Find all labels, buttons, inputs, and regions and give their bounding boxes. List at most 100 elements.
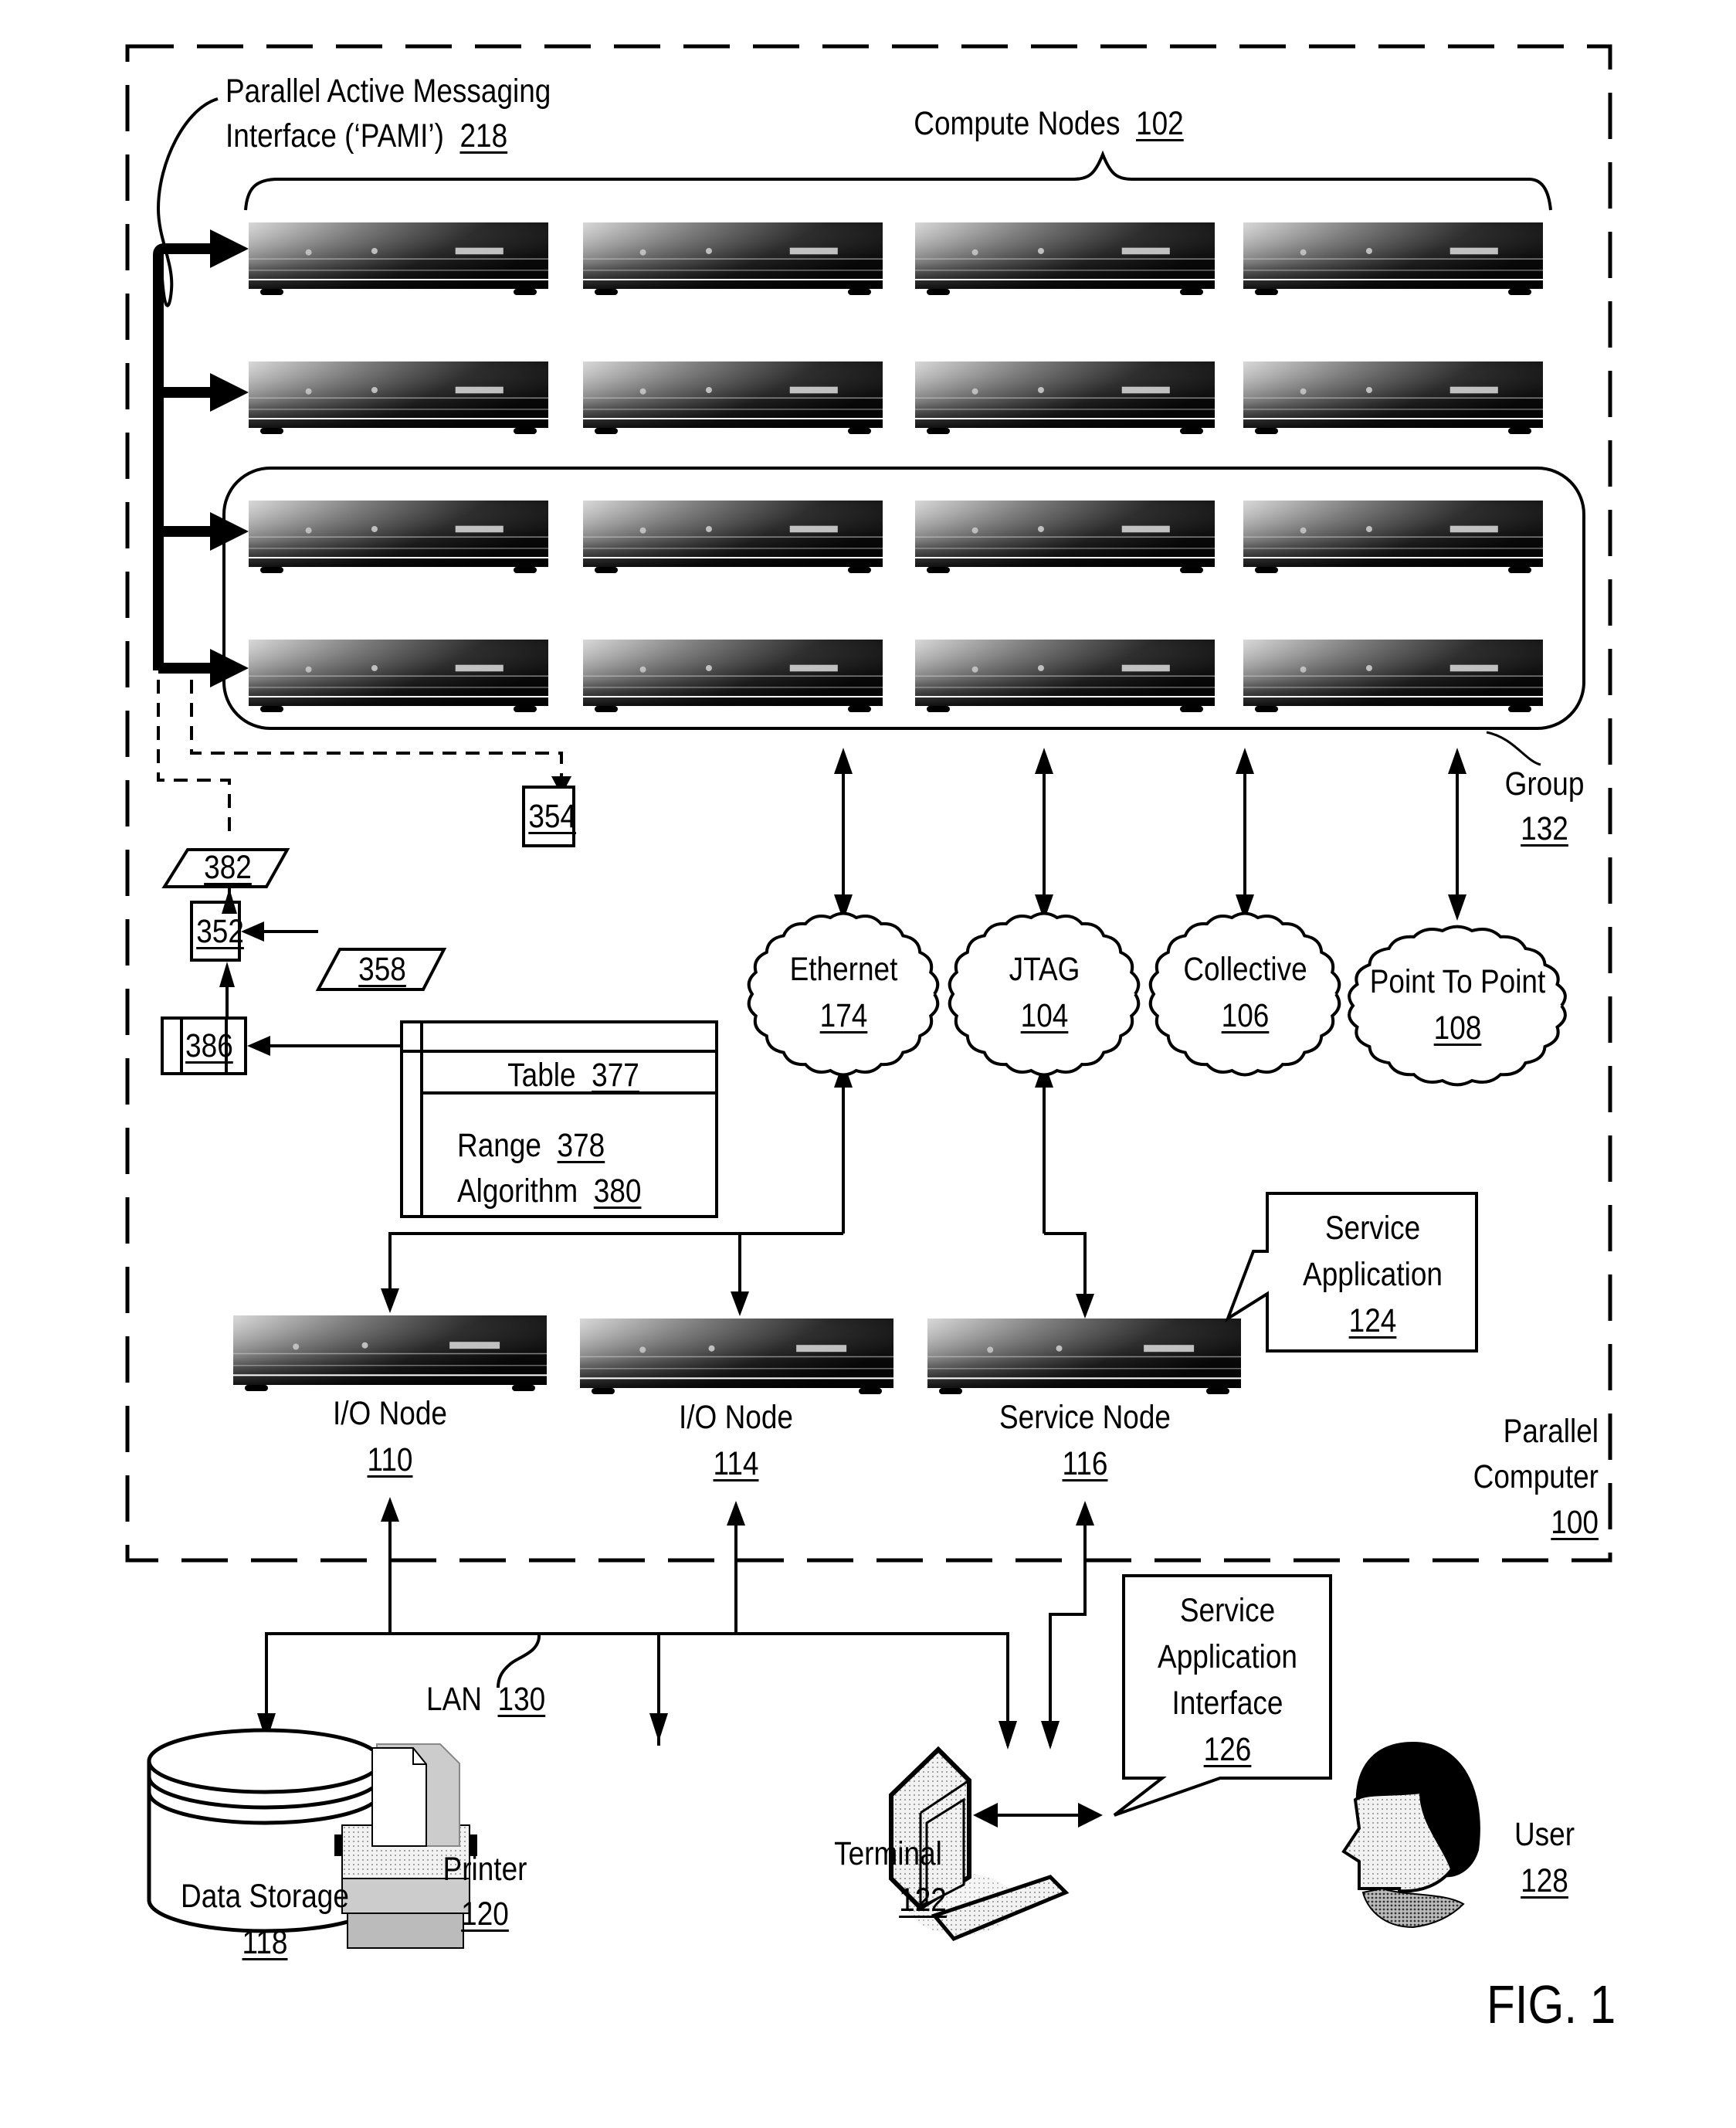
user-ref: 128 [1508, 1858, 1582, 1904]
compute-node [583, 501, 883, 573]
block-352-ref: 352 [196, 913, 244, 950]
cloud-ethernet-name: Ethernet [789, 951, 898, 988]
data-storage-ref-text: 118 [242, 1924, 288, 1961]
compute-node [915, 640, 1215, 712]
block-358-label: 358 [349, 946, 415, 993]
user-ref-text: 128 [1521, 1862, 1568, 1899]
pami-ref: 218 [459, 117, 508, 154]
printer-ref-text: 120 [461, 1896, 509, 1933]
compute-node [1243, 222, 1543, 295]
block-382-label: 382 [198, 844, 257, 891]
service-node-label: Service Node [999, 1399, 1171, 1436]
cloud-ref: 174 [819, 997, 868, 1034]
pami-callout-line [156, 97, 219, 307]
terminal-ref: 122 [860, 1877, 985, 1923]
pami-label-text: Interface (‘PAMI’) [225, 117, 444, 154]
compute-node [583, 640, 883, 712]
parallel-computer-ref-text: 100 [1551, 1504, 1599, 1541]
block-354-ref: 354 [528, 798, 577, 835]
ethernet-io-links [388, 1232, 1087, 1300]
service-node-ref: 116 [972, 1441, 1198, 1487]
cloud-collective-name: Collective [1183, 951, 1307, 988]
service-application-line2: Application [1303, 1256, 1443, 1293]
cloud-p2p-name: Point To Point [1369, 963, 1546, 1000]
compute-nodes-brace [244, 150, 1552, 211]
table-row-label: Range [457, 1127, 541, 1164]
table-title-text: Table [507, 1057, 576, 1094]
cloud-ref: 106 [1221, 997, 1270, 1034]
sai-ref: 126 [1140, 1726, 1316, 1773]
io-node-114-ref: 114 [636, 1441, 836, 1487]
cloud-jtag-name: JTAG [1009, 951, 1080, 988]
compute-node [915, 222, 1215, 295]
user-label: User [1514, 1816, 1575, 1853]
service-application-ref-text: 124 [1348, 1302, 1397, 1339]
table-row-label: Algorithm [457, 1173, 578, 1210]
io-and-service-nodes [233, 1315, 1241, 1394]
compute-node [249, 640, 548, 712]
service-node-ref-text: 116 [1062, 1445, 1108, 1482]
block-352-label: 352 [196, 908, 244, 955]
block-382-ref: 382 [204, 849, 252, 886]
parallel-computer-diagram [125, 44, 1612, 1949]
cloud-ethernet-ref: 174 [769, 993, 919, 1039]
parallel-computer-line1: Parallel [1503, 1413, 1599, 1450]
compute-node [249, 361, 548, 434]
data-storage-label: Data Storage [181, 1878, 349, 1915]
group-ref: 132 [1491, 806, 1598, 852]
compute-nodes-label: Compute Nodes 102 [896, 100, 1202, 147]
compute-node [1243, 361, 1543, 434]
lan-links [265, 1510, 1087, 1746]
sai-ref-text: 126 [1203, 1731, 1252, 1768]
cloud-jtag-ref: 104 [970, 993, 1120, 1039]
sai-line2: Application [1158, 1638, 1297, 1675]
compute-node [249, 222, 548, 295]
block-358-ref: 358 [358, 951, 406, 988]
table-row-ref: 378 [557, 1127, 605, 1164]
compute-node [583, 361, 883, 434]
cloud-collective-ref: 106 [1171, 993, 1321, 1039]
lan-label: LAN 130 [426, 1676, 545, 1722]
table-row-ref: 380 [593, 1173, 642, 1210]
compute-nodes-text: Compute Nodes [914, 105, 1121, 142]
group-callout-line [1486, 731, 1541, 766]
parallel-computer-ref: 100 [1433, 1499, 1599, 1546]
printer-ref: 120 [432, 1891, 538, 1937]
compute-node [1243, 501, 1543, 573]
io-node-ref: 110 [367, 1441, 413, 1478]
table-row-range: Range 378 [457, 1122, 605, 1169]
lan-ref: 130 [497, 1681, 546, 1718]
terminal-ref-text: 122 [899, 1882, 947, 1919]
group-label: Group [1504, 765, 1585, 803]
io-node-114 [580, 1319, 893, 1394]
printer-label: Printer [442, 1851, 527, 1888]
lan-label-text: LAN [426, 1681, 482, 1718]
figure-label: FIG. 1 [1487, 1974, 1616, 2035]
table-title-ref: 377 [592, 1057, 639, 1094]
block-354-label: 354 [528, 793, 576, 840]
compute-node [249, 501, 548, 573]
service-node [927, 1319, 1241, 1394]
block-386-ref: 386 [185, 1027, 233, 1064]
service-application-ref: 124 [1285, 1298, 1461, 1344]
table-row-algorithm: Algorithm 380 [457, 1168, 641, 1214]
io-node-110-label: I/O Node [332, 1395, 448, 1432]
pami-bus-arrowheads [210, 229, 249, 687]
cloud-p2p-ref: 108 [1370, 1005, 1546, 1051]
service-application-line1: Service [1324, 1210, 1421, 1247]
terminal-label: Terminal [834, 1835, 942, 1872]
parallel-computer-line2: Computer [1473, 1458, 1599, 1495]
compute-node [1243, 640, 1543, 712]
io-node-ref: 114 [713, 1445, 759, 1482]
cloud-ref: 104 [1020, 997, 1069, 1034]
pami-label-line1: Parallel Active Messaging [225, 73, 551, 110]
data-storage-ref: 118 [165, 1919, 364, 1966]
table-title: Table 377 [453, 1052, 695, 1098]
io-node-110-ref: 110 [290, 1437, 490, 1483]
user-icon [1341, 1742, 1480, 1929]
sai-line3: Interface [1171, 1685, 1283, 1722]
io-node-114-label: I/O Node [678, 1399, 794, 1436]
compute-nodes-ref: 102 [1136, 105, 1184, 142]
sai-line1: Service [1179, 1592, 1276, 1629]
compute-node [583, 222, 883, 295]
